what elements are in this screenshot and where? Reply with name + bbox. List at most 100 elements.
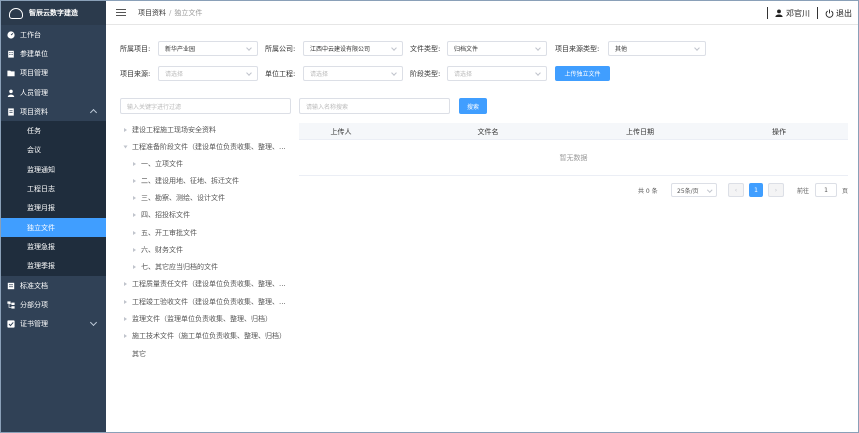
- cloud-logo-icon: [9, 7, 23, 19]
- page-size-select[interactable]: 25条/页: [671, 183, 717, 197]
- prev-page-button[interactable]: ‹: [728, 183, 744, 197]
- filetype-select-value: 归档文件: [454, 46, 479, 53]
- chevron-right-icon: ›: [774, 186, 778, 194]
- tree-node[interactable]: 六、财务文件: [133, 245, 183, 255]
- tree-node-label: 其它: [132, 350, 146, 358]
- tree-node[interactable]: 建设工程施工现场安全资料: [124, 125, 216, 135]
- top-header: 项目资料 / 独立文件 邓官川 退出: [106, 1, 858, 25]
- chevron-left-icon: ‹: [734, 186, 738, 194]
- tree-node[interactable]: 一、立项文件: [133, 159, 183, 169]
- hierarchy-icon: [7, 301, 15, 309]
- search-button[interactable]: 搜索: [459, 98, 487, 114]
- table-header: 上传人 文件名 上传日期 操作: [299, 123, 848, 140]
- sidebar-item-dashboard[interactable]: 工作台: [1, 25, 106, 44]
- logout-button[interactable]: 退出: [836, 8, 852, 19]
- tree-node[interactable]: 其它: [124, 349, 146, 359]
- caret-right-icon: [133, 179, 136, 183]
- sidebar-item-certificates[interactable]: 证书管理: [1, 314, 106, 333]
- filetype-select[interactable]: 归档文件: [447, 41, 547, 56]
- filter-source-type-label-wrap: 项目来源类型:: [555, 41, 599, 57]
- sidebar-item-subdivisions[interactable]: 分部分项: [1, 295, 106, 314]
- sidebar-item-label: 人员管理: [20, 88, 48, 97]
- tree-node[interactable]: 三、勘察、测绘、设计文件: [133, 193, 225, 203]
- column-header-upload-date: 上传日期: [626, 127, 654, 136]
- sidebar-item-people[interactable]: 人员管理: [1, 83, 106, 102]
- sidebar-subitem-monthly-report[interactable]: 监理月报: [1, 198, 106, 218]
- tree-node-label: 工程竣工验收文件（建设单位负责收集、整理、...: [132, 298, 286, 306]
- filter-unit-label-wrap: 单位工程:: [265, 66, 295, 82]
- sidebar-subitem-work-log[interactable]: 工程日志: [1, 179, 106, 199]
- upload-file-button[interactable]: 上传独立文件: [555, 66, 610, 81]
- hamburger-icon[interactable]: [116, 7, 126, 18]
- breadcrumb-current: 独立文件: [174, 8, 203, 17]
- document-icon: [7, 108, 15, 116]
- sidebar-item-units[interactable]: 参建单位: [1, 44, 106, 63]
- source-type-select[interactable]: 其他: [608, 41, 706, 56]
- tree-node[interactable]: 二、建设用地、征地、拆迁文件: [133, 176, 239, 186]
- chevron-up-icon: [89, 109, 98, 117]
- next-page-button[interactable]: ›: [768, 183, 784, 197]
- tree-node[interactable]: 七、其它应当归档的文件: [133, 262, 218, 272]
- tree-node[interactable]: 五、开工审批文件: [133, 228, 197, 238]
- divider: [817, 7, 818, 19]
- goto-page-input[interactable]: 1: [815, 183, 837, 197]
- tree-node[interactable]: 监理文件（监理单位负责收集、整理、归档）: [124, 314, 272, 324]
- sidebar-subitem-tasks[interactable]: 任务: [1, 121, 106, 141]
- power-icon[interactable]: [825, 8, 834, 18]
- breadcrumb-parent[interactable]: 项目资料: [138, 9, 166, 17]
- sidebar-item-standard-docs[interactable]: 标准文档: [1, 276, 106, 295]
- logo: 智辰云数字建造: [1, 1, 106, 25]
- tree-node-expanded[interactable]: 工程准备阶段文件（建设单位负责收集、整理、...: [123, 142, 286, 152]
- filter-source-label-wrap: 项目来源:: [120, 66, 150, 82]
- column-header-uploader: 上传人: [330, 127, 352, 136]
- sidebar-subitem-independent-files[interactable]: 独立文件: [1, 217, 106, 238]
- chevron-down-icon: [694, 45, 700, 51]
- sidebar-item-project-docs[interactable]: 项目资料: [1, 102, 106, 121]
- tree-node-label: 四、招投标文件: [141, 211, 190, 219]
- page-number-active[interactable]: 1: [749, 183, 763, 197]
- chevron-down-icon: [391, 70, 397, 76]
- caret-right-icon: [124, 128, 127, 132]
- company-select-value: 江西中云建设有限公司: [310, 46, 371, 53]
- company-select[interactable]: 江西中云建设有限公司: [303, 41, 403, 56]
- caret-right-icon: [124, 300, 127, 304]
- sidebar-subitem-quarterly-report[interactable]: 监理季报: [1, 256, 106, 276]
- tree-node[interactable]: 四、招投标文件: [133, 210, 190, 220]
- sidebar-item-label: 工作台: [20, 30, 41, 39]
- tree-filter-input[interactable]: 输入关键字进行过滤: [120, 98, 291, 114]
- tree-node[interactable]: 施工技术文件（施工单位负责收集、整理、归档）: [124, 331, 286, 341]
- tree-node-label: 五、开工审批文件: [141, 229, 197, 237]
- caret-right-icon: [133, 196, 136, 200]
- app-window: 智辰云数字建造 工作台 参建单位 项目管理 人员管理 项目资料 任务 会议 监理…: [0, 0, 859, 433]
- source-type-select-value: 其他: [615, 46, 628, 53]
- caret-right-icon: [124, 317, 127, 321]
- sidebar-item-projects[interactable]: 项目管理: [1, 64, 106, 83]
- sidebar-subitem-supervision-notice[interactable]: 监理通知: [1, 160, 106, 180]
- tree-node[interactable]: 工程竣工验收文件（建设单位负责收集、整理、...: [124, 297, 286, 307]
- chevron-down-icon: [246, 70, 252, 76]
- tree-node-label: 建设工程施工现场安全资料: [132, 126, 216, 134]
- sidebar-subitem-meetings[interactable]: 会议: [1, 140, 106, 161]
- chevron-down-icon: [706, 187, 712, 193]
- chevron-down-icon: [535, 70, 541, 76]
- filter-stage-label-wrap: 阶段类型:: [410, 66, 440, 82]
- sidebar-item-label: 证书管理: [20, 320, 48, 329]
- source-select[interactable]: 请选择: [158, 66, 258, 81]
- filter-source-label: 项目来源:: [120, 70, 151, 78]
- tree-node[interactable]: 工程质量责任文件（建设单位负责收集、整理、...: [124, 279, 286, 289]
- stage-select[interactable]: 请选择: [447, 66, 547, 81]
- source-select-placeholder: 请选择: [165, 71, 184, 78]
- breadcrumb-separator: /: [169, 8, 172, 17]
- page-size-value: 25条/页: [677, 187, 699, 195]
- filter-company-label: 所属公司:: [265, 45, 296, 53]
- project-select[interactable]: 新华产业园: [158, 41, 258, 56]
- caret-down-icon: [123, 145, 128, 149]
- dashboard-icon: [7, 31, 15, 39]
- sidebar-subitem-urgent-report[interactable]: 监理急报: [1, 237, 106, 257]
- username[interactable]: 邓官川: [786, 8, 810, 19]
- sidebar-item-label: 标准文档: [20, 281, 48, 290]
- unit-select[interactable]: 请选择: [303, 66, 403, 81]
- search-input[interactable]: 请输入名称搜索: [299, 98, 450, 114]
- filter-source-type-label: 项目来源类型:: [555, 45, 600, 53]
- tree-node-label: 一、立项文件: [141, 160, 183, 168]
